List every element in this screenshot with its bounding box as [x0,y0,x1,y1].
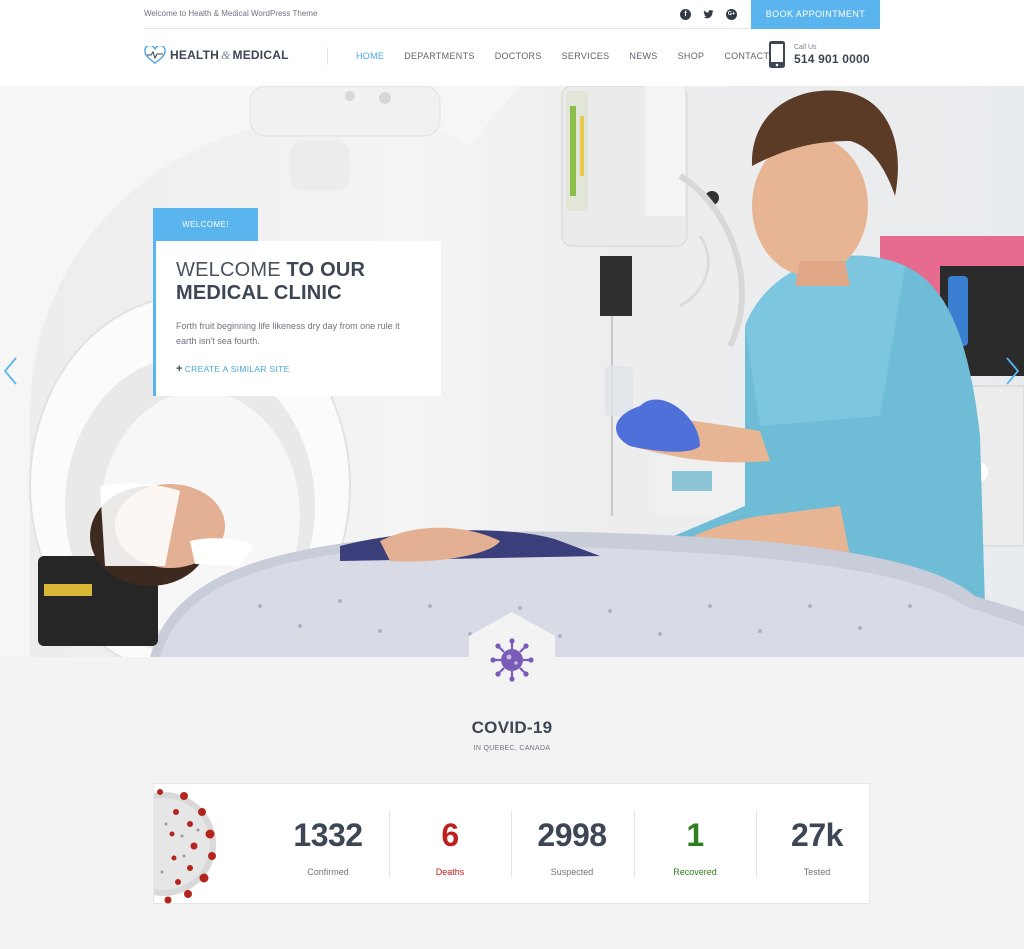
top-bar-inner: Welcome to Health & Medical WordPress Th… [144,0,880,29]
stat-tested: 27k Tested [756,784,878,905]
call-label: Call Us [794,43,817,51]
call-number: 514 901 0000 [794,51,870,66]
book-appointment-button[interactable]: BOOK APPOINTMENT [751,0,880,29]
coronavirus-image [154,789,216,904]
slider-prev-arrow[interactable] [2,356,20,386]
nav-departments[interactable]: DEPARTMENTS [404,51,474,61]
logo-ampersand: & [220,47,231,62]
stat-suspected: 2998 Suspected [511,784,633,905]
google-plus-icon[interactable]: G+ [726,9,737,20]
create-similar-site-link[interactable]: + CREATE A SIMILAR SITE [176,363,290,375]
heart-pulse-icon [144,46,166,64]
call-us[interactable]: Call Us 514 901 0000 [768,40,870,69]
phone-icon [769,41,785,68]
call-text: Call Us 514 901 0000 [794,44,870,66]
site-header: HEALTH & MEDICAL HOME DEPARTMENTS DOCTORS … [0,30,1024,86]
virus-icon [490,638,534,682]
welcome-title: WELCOME TO OUR MEDICAL CLINIC [176,259,436,305]
twitter-icon[interactable] [703,9,714,20]
stat-value: 6 [441,817,459,853]
hero-slider: WELCOME! WELCOME TO OUR MEDICAL CLINIC F… [0,86,1024,657]
create-similar-site-label: CREATE A SIMILAR SITE [184,364,290,374]
stat-label: Suspected [550,867,594,877]
stat-value: 1332 [293,817,363,853]
welcome-text: Welcome to Health & Medical WordPress Th… [144,9,318,18]
top-bar: Welcome to Health & Medical WordPress Th… [0,0,1024,30]
stat-label: Recovered [673,867,717,877]
stat-value: 1 [686,817,704,853]
stat-label: Tested [803,867,831,877]
welcome-description: Forth fruit beginning life likeness dry … [176,321,400,346]
logo-word-health: HEALTH [170,47,219,62]
header-divider [327,47,328,65]
nav-doctors[interactable]: DOCTORS [495,51,542,61]
plus-icon: + [176,363,183,375]
welcome-card: WELCOME TO OUR MEDICAL CLINIC Forth frui… [153,241,441,396]
stat-label: Confirmed [307,867,349,877]
facebook-icon[interactable]: f [680,9,691,20]
nav-news[interactable]: NEWS [629,51,657,61]
stat-confirmed: 1332 Confirmed [267,784,389,905]
welcome-tag: WELCOME! [153,208,258,241]
stat-deaths: 6 Deaths [389,784,511,905]
slider-next-arrow[interactable] [1003,356,1021,386]
logo-word-medical: MEDICAL [232,47,289,62]
logo-text: HEALTH & MEDICAL [170,48,289,63]
stat-value: 2998 [537,817,607,853]
covid-subtitle: IN QUEBEC, CANADA [473,745,551,752]
site-logo[interactable]: HEALTH & MEDICAL [144,46,289,64]
virus-badge [469,612,555,704]
social-links: f G+ [680,9,737,20]
stat-label: Deaths [435,867,465,877]
covid-title: COVID-19 [471,718,553,737]
welcome-title-light: WELCOME [176,259,287,281]
nav-home[interactable]: HOME [356,51,384,61]
nav-services[interactable]: SERVICES [562,51,610,61]
stat-recovered: 1 Recovered [634,784,756,905]
main-nav: HOME DEPARTMENTS DOCTORS SERVICES NEWS S… [356,51,789,61]
nav-contact[interactable]: CONTACT [724,51,769,61]
stat-value: 27k [791,817,843,853]
nav-shop[interactable]: SHOP [678,51,705,61]
covid-stats-panel: 1332 Confirmed 6 Deaths 2998 Suspected 1… [153,783,870,904]
